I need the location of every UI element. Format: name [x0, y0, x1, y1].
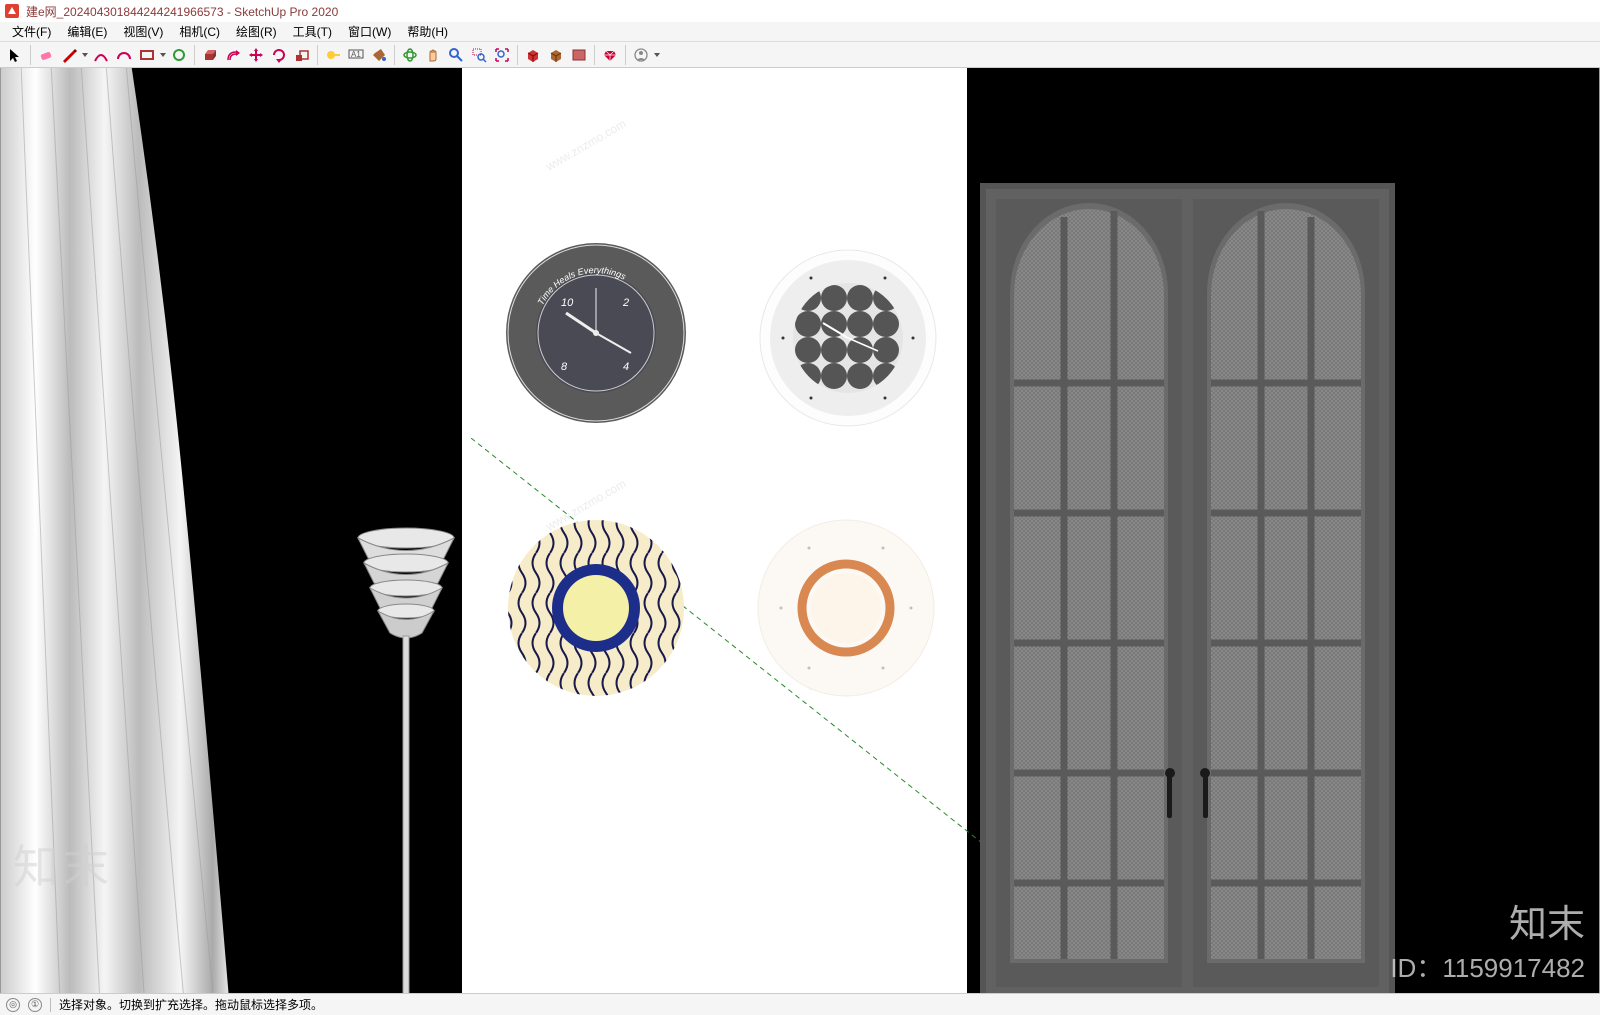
- clock-num-2: 2: [622, 297, 629, 309]
- toolbar-separator: [30, 45, 31, 65]
- menu-window[interactable]: 窗口(W): [340, 21, 399, 42]
- select-tool[interactable]: [4, 44, 26, 66]
- toolbar-separator: [194, 45, 195, 65]
- pencil-icon: [61, 47, 77, 63]
- rectangle-tool[interactable]: [136, 44, 158, 66]
- user-tool[interactable]: [630, 44, 652, 66]
- hand-icon: [425, 47, 441, 63]
- line-tool[interactable]: [58, 44, 80, 66]
- zoom-window-tool[interactable]: [468, 44, 490, 66]
- eraser-tool[interactable]: [35, 44, 57, 66]
- box2-icon: [548, 47, 564, 63]
- rotate-tool[interactable]: [268, 44, 290, 66]
- toolbar-separator: [394, 45, 395, 65]
- cursor-icon: [7, 47, 23, 63]
- pushpull-tool[interactable]: [199, 44, 221, 66]
- zoom-extents-tool[interactable]: [491, 44, 513, 66]
- user-icon: [633, 47, 649, 63]
- zoom-extents-icon: [494, 47, 510, 63]
- menu-tools[interactable]: 工具(T): [285, 21, 340, 42]
- scene-wall-clock-wavy: [501, 513, 691, 703]
- offset-icon: [225, 47, 241, 63]
- toolbar: A1: [0, 42, 1600, 68]
- circle-icon: [171, 47, 187, 63]
- viewport[interactable]: 标签 www.znzmo.com www.znzmo.com www.znzmo…: [0, 68, 1600, 993]
- window-title: 建e网_202404301844244241966573 - SketchUp …: [26, 3, 338, 20]
- scene-wall-clock-dark: Time Heals Everythings 10 2 8 4: [501, 238, 691, 428]
- status-separator: [50, 998, 51, 1012]
- dropdown-icon[interactable]: [653, 47, 661, 63]
- status-bar: ◎ ① 选择对象。切换到扩充选择。拖动鼠标选择多项。: [0, 993, 1600, 1015]
- circle-tool[interactable]: [168, 44, 190, 66]
- dropdown-icon[interactable]: [159, 47, 167, 63]
- scale-tool[interactable]: [291, 44, 313, 66]
- scale-icon: [294, 47, 310, 63]
- scene-wall-clock-ring: [751, 513, 941, 703]
- eraser-icon: [38, 47, 54, 63]
- warehouse2-tool[interactable]: [545, 44, 567, 66]
- scene-curtain: [1, 68, 241, 993]
- toolbar-separator: [625, 45, 626, 65]
- move-tool[interactable]: [245, 44, 267, 66]
- scene-wall-clock-checker: [753, 243, 943, 433]
- title-bar: 建e网_202404301844244241966573 - SketchUp …: [0, 0, 1600, 22]
- orbit-tool[interactable]: [399, 44, 421, 66]
- pushpull-icon: [202, 47, 218, 63]
- menu-camera[interactable]: 相机(C): [171, 21, 228, 42]
- zoom-tool[interactable]: [445, 44, 467, 66]
- arc-tool[interactable]: [90, 44, 112, 66]
- paint-tool[interactable]: [368, 44, 390, 66]
- status-hint: 选择对象。切换到扩充选择。拖动鼠标选择多项。: [59, 996, 323, 1013]
- toolbar-separator: [517, 45, 518, 65]
- tape-tool[interactable]: [322, 44, 344, 66]
- arc2-icon: [116, 47, 132, 63]
- menu-draw[interactable]: 绘图(R): [228, 21, 285, 42]
- gem-icon: [602, 47, 618, 63]
- component-icon: [571, 47, 587, 63]
- ruby-tool[interactable]: [599, 44, 621, 66]
- menu-edit[interactable]: 编辑(E): [59, 21, 115, 42]
- status-help-icon[interactable]: ①: [28, 998, 42, 1012]
- clock-num-10: 10: [561, 297, 574, 309]
- toolbar-separator: [594, 45, 595, 65]
- menu-help[interactable]: 帮助(H): [399, 21, 456, 42]
- app-icon: [4, 3, 20, 19]
- arc2-tool[interactable]: [113, 44, 135, 66]
- pan-tool[interactable]: [422, 44, 444, 66]
- status-info-icon[interactable]: ◎: [6, 998, 20, 1012]
- clock-num-4: 4: [623, 361, 629, 373]
- toolbar-separator: [317, 45, 318, 65]
- rectangle-icon: [139, 47, 155, 63]
- zoom-window-icon: [471, 47, 487, 63]
- scene-floor-lamp: [326, 508, 486, 993]
- dropdown-icon[interactable]: [81, 47, 89, 63]
- clock-num-8: 8: [561, 361, 568, 373]
- tape-icon: [325, 47, 341, 63]
- orbit-icon: [402, 47, 418, 63]
- arc-icon: [93, 47, 109, 63]
- warehouse1-tool[interactable]: [522, 44, 544, 66]
- bucket-icon: [371, 47, 387, 63]
- scene-double-door: [980, 183, 1395, 993]
- menu-view[interactable]: 视图(V): [115, 21, 171, 42]
- component-tool[interactable]: [568, 44, 590, 66]
- rotate-icon: [271, 47, 287, 63]
- svg-text:A1: A1: [351, 50, 361, 59]
- text-icon: A1: [348, 47, 364, 63]
- menu-file[interactable]: 文件(F): [4, 21, 59, 42]
- move-icon: [248, 47, 264, 63]
- zoom-icon: [448, 47, 464, 63]
- offset-tool[interactable]: [222, 44, 244, 66]
- text-tool[interactable]: A1: [345, 44, 367, 66]
- menu-bar: 文件(F) 编辑(E) 视图(V) 相机(C) 绘图(R) 工具(T) 窗口(W…: [0, 22, 1600, 42]
- box-icon: [525, 47, 541, 63]
